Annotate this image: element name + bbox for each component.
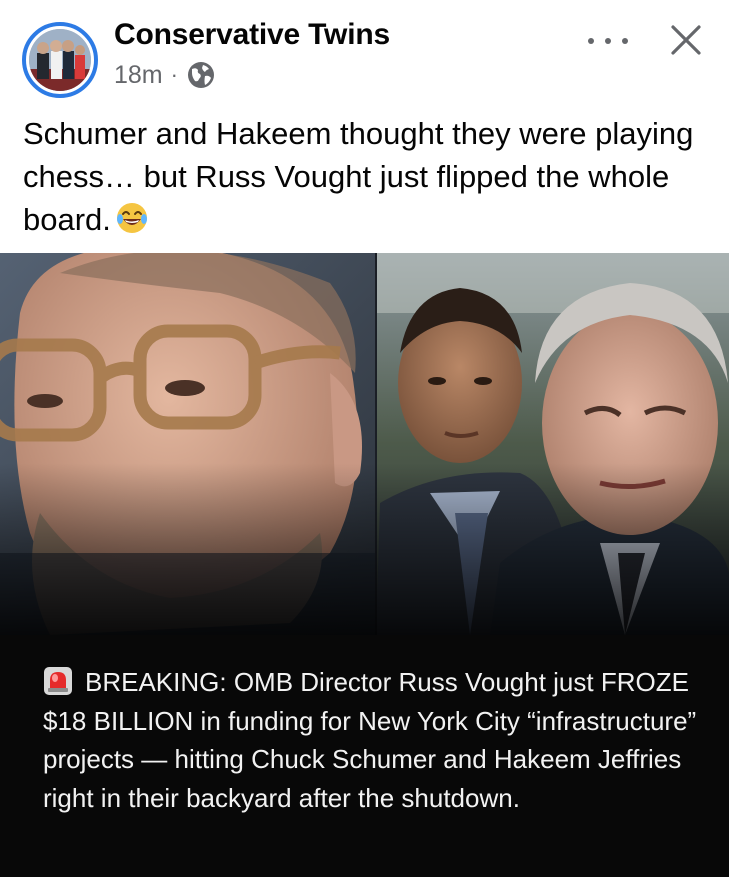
- post-header: Conservative Twins 18m ·: [0, 0, 729, 112]
- post-photo[interactable]: [0, 253, 729, 635]
- banner-text: BREAKING: OMB Director Russ Vought just …: [43, 667, 697, 813]
- globe-icon[interactable]: [186, 60, 216, 90]
- dot-shape: [588, 38, 594, 44]
- news-photo-collage: [0, 253, 729, 635]
- meta-separator: ·: [170, 62, 178, 87]
- dot-shape: [622, 38, 628, 44]
- author-name[interactable]: Conservative Twins: [114, 18, 390, 52]
- avatar-image: [29, 29, 91, 91]
- avatar-photo: [29, 29, 91, 91]
- banner-text-block: BREAKING: OMB Director Russ Vought just …: [43, 663, 703, 817]
- post-caption: Schumer and Hakeem thought they were pla…: [23, 112, 713, 241]
- dot-shape: [605, 38, 611, 44]
- breaking-news-banner: BREAKING: OMB Director Russ Vought just …: [0, 635, 729, 877]
- close-icon[interactable]: [668, 22, 704, 58]
- post-meta: 18m ·: [114, 60, 216, 90]
- siren-emoji-icon: [44, 667, 72, 695]
- laughing-face-emoji-icon: [116, 203, 147, 233]
- post-time[interactable]: 18m: [114, 61, 163, 90]
- profile-avatar[interactable]: [22, 22, 98, 98]
- more-options-icon[interactable]: [586, 26, 630, 56]
